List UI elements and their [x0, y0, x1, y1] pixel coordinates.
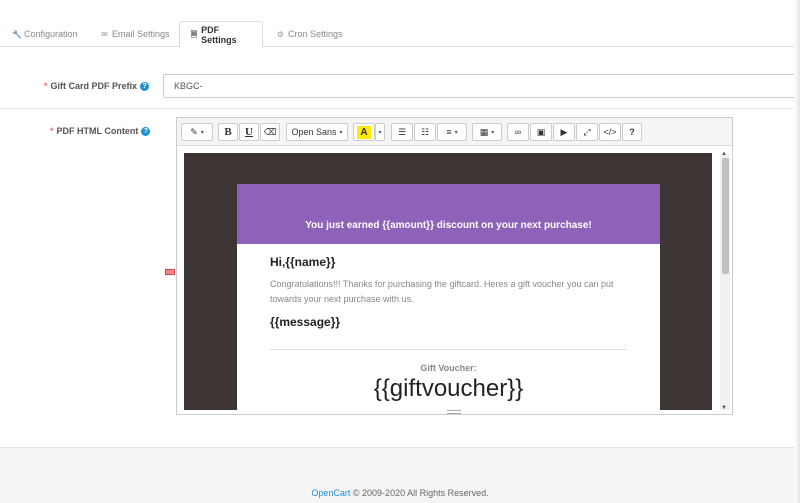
pdf-prefix-input[interactable]: KBGC- [163, 74, 800, 98]
cogs-icon: ⚙ [276, 29, 285, 39]
html-editor: ✎▾ B U ⌫ Open Sans▾ A ▾ ☰ ☷ ≡▾ ▦▾ ∞ [176, 117, 733, 415]
required-mark: * [50, 126, 54, 136]
window-edge [794, 0, 800, 503]
scroll-thumb[interactable] [722, 158, 729, 274]
bold-button[interactable]: B [218, 123, 238, 141]
help-button[interactable]: ? [622, 123, 642, 141]
video-icon: ▶ [560, 126, 568, 137]
fullscreen-button[interactable]: ⤢ [576, 123, 598, 141]
content-label: * PDF HTML Content? [50, 126, 151, 137]
chevron-down-icon: ▾ [339, 129, 343, 136]
settings-tabs: 🔧 Configuration ✉ Email Settings 🗎 PDF S… [0, 0, 800, 48]
tab-label: Email Settings [112, 29, 170, 39]
file-icon: 🗎 [190, 30, 198, 39]
tab-pdf-settings[interactable]: 🗎 PDF Settings [179, 21, 263, 48]
chevron-down-icon: ▾ [454, 129, 458, 136]
language-flag-icon [165, 269, 175, 275]
list-ol-icon: ☷ [420, 126, 430, 137]
voucher-label: Gift Voucher: [420, 363, 477, 373]
row-divider [0, 108, 800, 109]
tab-email-settings[interactable]: ✉ Email Settings [90, 21, 180, 47]
template-banner: You just earned {{amount}} discount on y… [237, 184, 660, 244]
required-mark: * [44, 81, 48, 91]
template-divider [270, 349, 627, 350]
eraser-icon: ⌫ [263, 126, 277, 137]
wrench-icon: 🔧 [12, 29, 22, 39]
color-dropdown-button[interactable]: ▾ [375, 123, 385, 141]
prefix-label: * Gift Card PDF Prefix? [44, 81, 150, 92]
color-button[interactable]: A [353, 123, 375, 141]
chevron-down-icon: ▾ [491, 129, 495, 136]
editor-scrollbar[interactable]: ▲ ▼ [720, 151, 730, 411]
list-ul-icon: ☰ [397, 126, 407, 137]
editor-resize-handle[interactable] [447, 410, 461, 414]
underline-button[interactable]: U [239, 123, 259, 141]
tab-label: Configuration [24, 29, 78, 39]
tab-label: PDF Settings [201, 24, 237, 45]
tab-label: Cron Settings [288, 29, 343, 39]
help-icon[interactable]: ? [140, 82, 150, 92]
code-icon: </> [603, 127, 617, 137]
opencart-link[interactable]: OpenCart [311, 488, 350, 498]
ordered-list-button[interactable]: ☷ [414, 123, 436, 141]
style-button[interactable]: ✎ ▾ [181, 123, 213, 141]
expand-icon: ⤢ [583, 126, 591, 137]
font-family-select[interactable]: Open Sans ▾ [286, 123, 348, 141]
content-label-text: PDF HTML Content [56, 126, 139, 136]
footer-copyright: © 2009-2020 All Rights Reserved. [350, 488, 489, 498]
video-button[interactable]: ▶ [553, 123, 575, 141]
chevron-down-icon: ▾ [200, 129, 204, 136]
scroll-down-icon[interactable]: ▼ [721, 405, 727, 411]
table-button[interactable]: ▦ ▾ [472, 123, 502, 141]
template-message: {{message}} [270, 315, 341, 329]
magic-wand-icon: ✎ [190, 126, 198, 137]
scroll-up-icon[interactable]: ▲ [721, 151, 727, 157]
page-footer: OpenCart © 2009-2020 All Rights Reserved… [0, 488, 800, 498]
align-left-icon: ≡ [446, 127, 452, 137]
link-button[interactable]: ∞ [507, 123, 529, 141]
code-view-button[interactable]: </> [599, 123, 621, 141]
editor-toolbar: ✎▾ B U ⌫ Open Sans▾ A ▾ ☰ ☷ ≡▾ ▦▾ ∞ [177, 118, 732, 146]
voucher-template-card: You just earned {{amount}} discount on y… [237, 184, 660, 410]
tab-configuration[interactable]: 🔧 Configuration [2, 21, 88, 47]
picture-icon: ▣ [536, 126, 546, 137]
clear-format-button[interactable]: ⌫ [260, 123, 280, 141]
envelope-icon: ✉ [101, 29, 108, 39]
template-congrats: Congratulations!!! Thanks for purchasing… [270, 279, 614, 304]
unordered-list-button[interactable]: ☰ [391, 123, 413, 141]
link-icon: ∞ [514, 127, 522, 137]
tab-cron-settings[interactable]: ⚙ Cron Settings [266, 21, 353, 47]
chevron-down-icon: ▾ [378, 129, 382, 136]
editor-canvas[interactable]: You just earned {{amount}} discount on y… [184, 153, 712, 410]
prefix-label-text: Gift Card PDF Prefix [50, 81, 138, 91]
font-color-icon: A [357, 125, 371, 139]
paragraph-button[interactable]: ≡ ▾ [437, 123, 467, 141]
voucher-code: {{giftvoucher}} [373, 375, 524, 402]
picture-button[interactable]: ▣ [530, 123, 552, 141]
template-greeting: Hi,{{name}} [270, 255, 336, 269]
question-icon: ? [629, 127, 635, 137]
table-icon: ▦ [479, 126, 489, 137]
help-icon[interactable]: ? [141, 127, 151, 137]
font-name: Open Sans [291, 127, 337, 137]
